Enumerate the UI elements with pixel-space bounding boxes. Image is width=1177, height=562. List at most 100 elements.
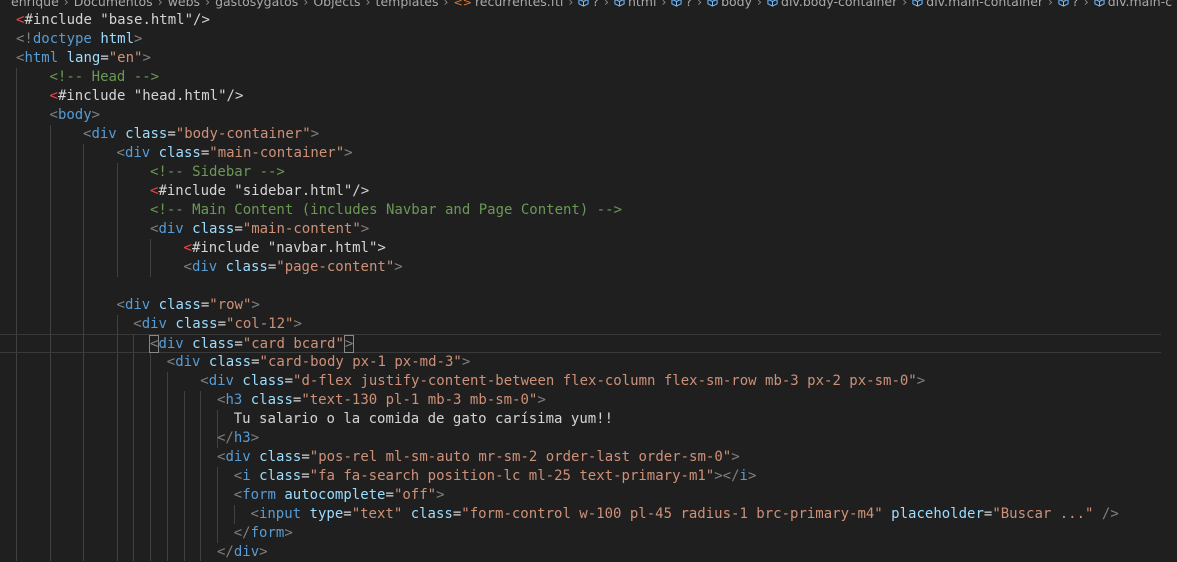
code-token: class <box>158 145 201 161</box>
breadcrumb-label: templates <box>375 0 439 9</box>
code-line[interactable]: <#include "navbar.html"> <box>0 239 386 258</box>
code-token: div <box>124 145 151 161</box>
code-line[interactable]: <!doctype html> <box>0 30 142 49</box>
code-line[interactable]: <div class="page-content"> <box>0 258 403 277</box>
code-line[interactable]: <form autocomplete="off"> <box>0 486 445 505</box>
code-token: div <box>124 297 151 313</box>
breadcrumb-item[interactable]: html <box>614 0 656 9</box>
breadcrumb-label: Objects <box>313 0 361 9</box>
code-token: < <box>166 354 176 370</box>
code-line-current[interactable]: <div class="card bcard"> <box>0 334 1161 353</box>
breadcrumb-item[interactable]: <> recurrentes.ftl <box>454 0 564 9</box>
code-line[interactable]: <input type="text" class="form-control w… <box>0 505 1119 524</box>
code-token: < <box>133 316 142 332</box>
code-line[interactable]: </form> <box>0 524 293 543</box>
code-token: "card bcard" <box>242 336 344 352</box>
code-line[interactable]: <html lang="en"> <box>0 49 151 68</box>
breadcrumb-item[interactable]: div.main-c <box>1094 0 1172 9</box>
code-line[interactable]: <div class="d-flex justify-content-betwe… <box>0 372 925 391</box>
code-token: </ <box>217 430 234 446</box>
breadcrumb-item[interactable]: div.body-container <box>767 0 897 9</box>
breadcrumb-item[interactable]: ? <box>1058 0 1079 9</box>
breadcrumb-label: div.main-container <box>926 0 1044 9</box>
chevron-right-icon: › <box>568 0 574 9</box>
breadcrumb-label: webs <box>167 0 201 9</box>
code-token: = <box>301 468 310 484</box>
code-line[interactable]: </div> <box>0 543 268 562</box>
breadcrumb-item[interactable]: templates <box>376 0 439 9</box>
symbol-cube-icon <box>671 0 683 7</box>
breadcrumb-item[interactable]: ? <box>671 0 692 9</box>
code-token: > <box>394 259 403 275</box>
symbol-cube-icon <box>578 0 589 7</box>
code-line[interactable]: <#include "head.html"/> <box>0 87 244 106</box>
code-line[interactable]: Tu salario o la comida de gato carísima … <box>0 410 613 429</box>
breadcrumb-item[interactable]: Objects <box>313 0 360 9</box>
code-line[interactable]: <!-- Head --> <box>0 68 160 87</box>
code-token: #include "base.html"/> <box>24 12 210 28</box>
chevron-right-icon: › <box>603 0 609 9</box>
code-token: = <box>343 506 352 522</box>
code-token: div <box>225 449 251 465</box>
code-editor[interactable]: <#include "base.html"/> <!doctype html> <h… <box>0 11 1177 561</box>
code-token: class <box>158 297 201 313</box>
code-line[interactable]: <!-- Sidebar --> <box>0 163 285 182</box>
breadcrumb-item[interactable]: ? <box>578 0 599 9</box>
code-line[interactable]: <h3 class="text-130 pl-1 mb-3 mb-sm-0"> <box>0 391 546 410</box>
code-token: "en" <box>108 50 143 66</box>
code-token: "off" <box>393 487 437 503</box>
breadcrumb-item[interactable]: Documentos <box>74 0 153 9</box>
code-token: <!-- Sidebar --> <box>150 164 285 180</box>
code-token: > <box>284 525 293 541</box>
code-token: i <box>739 468 748 484</box>
code-token: placeholder <box>891 506 984 522</box>
breadcrumb-item[interactable]: enrique <box>11 0 59 9</box>
breadcrumb-item[interactable]: div.main-container <box>912 0 1043 9</box>
code-token: i <box>242 468 251 484</box>
code-line[interactable]: <body> <box>0 106 101 125</box>
code-token: "text" <box>351 506 403 522</box>
symbol-cube-icon <box>767 0 778 7</box>
breadcrumb-item[interactable]: gastosygatos <box>215 0 298 9</box>
code-line[interactable]: <div class="col-12"> <box>0 315 302 334</box>
code-line[interactable]: <#include "base.html"/> <box>0 11 210 30</box>
code-token: = <box>284 373 294 389</box>
code-token: "d-flex justify-content-between flex-col… <box>293 373 917 389</box>
code-token: "text-130 pl-1 mb-3 mb-sm-0" <box>301 392 538 408</box>
code-token: class <box>125 126 168 142</box>
code-token: div <box>191 259 218 275</box>
code-token: > <box>91 107 101 123</box>
code-line[interactable]: <!-- Main Content (includes Navbar and P… <box>0 201 622 220</box>
code-line[interactable] <box>0 277 16 296</box>
code-line[interactable]: <i class="fa fa-search position-lc ml-25… <box>0 467 757 486</box>
breadcrumb-item[interactable]: body <box>707 0 752 9</box>
code-token: type <box>309 506 344 522</box>
code-line[interactable]: </h3> <box>0 429 259 448</box>
code-token: </ <box>233 525 251 541</box>
code-line[interactable]: <div class="main-container"> <box>0 144 353 163</box>
code-line[interactable]: <div class="main-content"> <box>0 220 369 239</box>
code-line[interactable]: <div class="pos-rel ml-sm-auto mr-sm-2 o… <box>0 448 740 467</box>
code-token: doctype <box>32 31 92 47</box>
code-token: = <box>100 50 109 66</box>
code-token: autocomplete <box>284 487 386 503</box>
code-line[interactable]: <div class="row"> <box>0 296 260 315</box>
breadcrumb-item[interactable]: webs <box>168 0 200 9</box>
code-token: < <box>49 88 58 104</box>
chevron-right-icon: › <box>1048 0 1054 9</box>
code-token: class <box>208 354 252 370</box>
code-line[interactable]: <div class="card-body px-1 px-md-3"> <box>0 353 471 372</box>
code-token: = <box>217 316 227 332</box>
code-line[interactable]: <div class="body-container"> <box>0 125 319 144</box>
chevron-right-icon: › <box>757 0 763 9</box>
code-token: = <box>301 449 310 465</box>
code-line[interactable]: <#include "sidebar.html"/> <box>0 182 369 201</box>
